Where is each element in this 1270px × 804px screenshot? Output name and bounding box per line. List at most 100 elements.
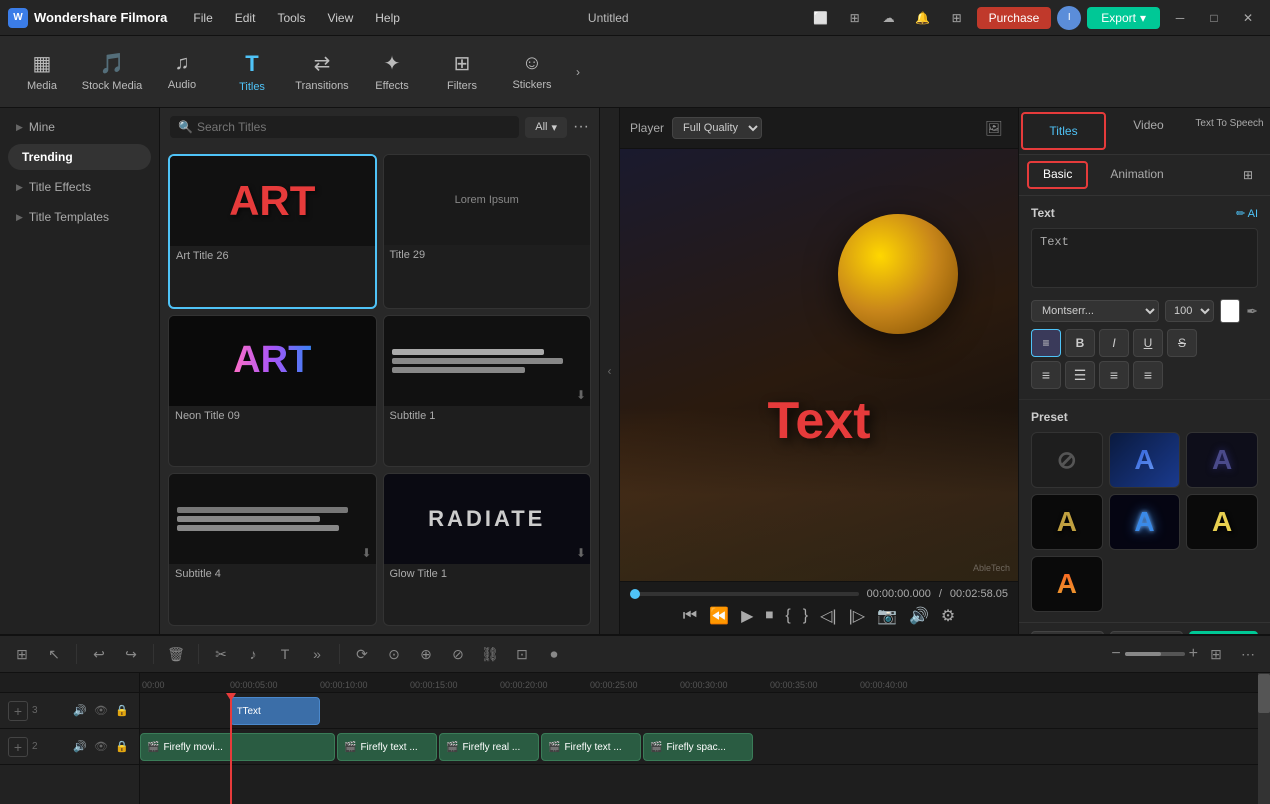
format-strikethrough-button[interactable]: S (1167, 329, 1197, 357)
sidebar-item-trending[interactable]: Trending (8, 144, 151, 170)
title-card-glowtitle1[interactable]: RADIATE ⬇ Glow Title 1 (383, 473, 592, 626)
text-clip[interactable]: T Text (230, 697, 320, 725)
color-swatch[interactable] (1220, 299, 1240, 323)
next-edit-button[interactable]: |▷ (847, 604, 867, 628)
align-right-button[interactable]: ≡ (1099, 361, 1129, 389)
media-clip-2[interactable]: 🎬 Firefly text ... (337, 733, 437, 761)
preset-glow[interactable]: A (1109, 494, 1181, 550)
format-stats-button[interactable]: ≡ (1031, 329, 1061, 357)
title-card-title29[interactable]: Lorem Ipsum Title 29 (383, 154, 592, 309)
tool-audio[interactable]: ♫ Audio (148, 40, 216, 104)
cloud-icon[interactable]: ☁ (875, 4, 903, 32)
grid-icon[interactable]: ⊞ (943, 4, 971, 32)
media-clip-3[interactable]: 🎬 Firefly real ... (439, 733, 539, 761)
menu-help[interactable]: Help (365, 7, 410, 29)
purchase-button[interactable]: Purchase (977, 7, 1052, 29)
quality-select[interactable]: Full Quality 1/2 Quality 1/4 Quality (672, 117, 762, 139)
tl-magnet-button[interactable]: ⊕ (412, 640, 440, 668)
tl-ripple-button[interactable]: ⊙ (380, 640, 408, 668)
maximize-icon[interactable]: □ (1200, 4, 1228, 32)
tool-transitions[interactable]: ⇄ Transitions (288, 40, 356, 104)
title-card-subtitle4[interactable]: ⬇ Subtitle 4 (168, 473, 377, 626)
track-2-lock-icon[interactable]: 🔒 (113, 738, 131, 756)
tl-link-button[interactable]: ⛓ (476, 640, 504, 668)
title-card-subtitle1[interactable]: ⬇ Subtitle 1 (383, 315, 592, 468)
right-panel-expand-icon[interactable]: ⊞ (1234, 161, 1262, 189)
font-select[interactable]: Montserr... Arial Times New Roman (1031, 300, 1159, 322)
export-button[interactable]: Export ▾ (1087, 7, 1160, 29)
minimize-icon[interactable]: ─ (1166, 4, 1194, 32)
search-input[interactable] (197, 120, 511, 134)
menu-file[interactable]: File (183, 7, 222, 29)
tab-video[interactable]: Video (1108, 108, 1189, 154)
avatar[interactable]: I (1057, 6, 1081, 30)
tl-more-button[interactable]: » (303, 640, 331, 668)
play-button[interactable]: ▶ (739, 604, 755, 628)
format-italic-button[interactable]: I (1099, 329, 1129, 357)
preset-yellow[interactable]: A (1186, 494, 1258, 550)
tool-effects[interactable]: ✦ Effects (358, 40, 426, 104)
search-box[interactable]: 🔍 (170, 116, 519, 138)
frame-back-button[interactable]: ⏪ (707, 604, 731, 628)
tool-titles[interactable]: T Titles (218, 40, 286, 104)
layers-icon[interactable]: ⊞ (841, 4, 869, 32)
preset-dark[interactable]: A (1186, 432, 1258, 488)
track-3-lock-icon[interactable]: 🔒 (113, 702, 131, 720)
prev-edit-button[interactable]: ◁| (818, 604, 838, 628)
tl-split-button[interactable]: ⊘ (444, 640, 472, 668)
monitor-icon[interactable]: ⬜ (807, 4, 835, 32)
sidebar-item-title-templates[interactable]: ▶ Title Templates (0, 202, 159, 232)
track-3-eye-icon[interactable]: 👁 (92, 702, 110, 720)
media-clip-4[interactable]: 🎬 Firefly text ... (541, 733, 641, 761)
align-center-button[interactable]: ☰ (1065, 361, 1095, 389)
title-card-art26[interactable]: ART Art Title 26 (168, 154, 377, 309)
tool-stickers[interactable]: ☺ Stickers (498, 40, 566, 104)
sidebar-item-mine[interactable]: ▶ Mine (0, 112, 159, 142)
more-options-button[interactable]: ··· (573, 118, 589, 136)
tl-zoom-slider[interactable] (1125, 652, 1185, 656)
tool-stock-media[interactable]: 🎵 Stock Media (78, 40, 146, 104)
mark-out-button[interactable]: } (801, 605, 810, 627)
title-card-neon09[interactable]: ART Neon Title 09 (168, 315, 377, 468)
snapshot-icon[interactable]: 🖼 (980, 114, 1008, 142)
toolbar-expand[interactable]: › (568, 40, 588, 104)
tl-playhead[interactable] (230, 693, 232, 804)
tl-zoom-in-button[interactable]: + (1189, 645, 1198, 663)
collapse-button[interactable]: ‹ (600, 108, 620, 634)
mark-in-button[interactable]: { (783, 605, 792, 627)
menu-tools[interactable]: Tools (267, 7, 315, 29)
text-input[interactable]: Text (1031, 228, 1258, 288)
align-left-button[interactable]: ≡ (1031, 361, 1061, 389)
tl-loop-button[interactable]: ⟳ (348, 640, 376, 668)
eyedropper-button[interactable]: ✒ (1246, 303, 1258, 320)
format-bold-button[interactable]: B (1065, 329, 1095, 357)
settings-button[interactable]: ⚙ (939, 604, 957, 628)
tl-record-button[interactable]: ⏺ (540, 640, 568, 668)
preset-blue[interactable]: A (1109, 432, 1181, 488)
sub-tab-basic[interactable]: Basic (1027, 161, 1088, 189)
sub-tab-animation[interactable]: Animation (1094, 161, 1179, 189)
progress-bar[interactable] (630, 592, 859, 596)
tl-delete-button[interactable]: 🗑 (162, 640, 190, 668)
tl-undo-button[interactable]: ↩ (85, 640, 113, 668)
track-3-volume-icon[interactable]: 🔊 (71, 702, 89, 720)
preset-fire[interactable]: A (1031, 556, 1103, 612)
track-2-add-button[interactable]: + (8, 737, 28, 757)
tl-cut-button[interactable]: ✂ (207, 640, 235, 668)
tl-redo-button[interactable]: ↪ (117, 640, 145, 668)
stop-button[interactable]: ⏹ (763, 605, 775, 627)
skip-back-button[interactable]: ⏮ (681, 605, 699, 627)
tl-text-button[interactable]: T (271, 640, 299, 668)
sidebar-item-title-effects[interactable]: ▶ Title Effects (0, 172, 159, 202)
track-3-add-button[interactable]: + (8, 701, 28, 721)
filter-button[interactable]: All ▾ (525, 117, 567, 138)
tool-filters[interactable]: ⊞ Filters (428, 40, 496, 104)
tl-add-track-button[interactable]: ⊞ (8, 640, 36, 668)
bell-icon[interactable]: 🔔 (909, 4, 937, 32)
close-icon[interactable]: ✕ (1234, 4, 1262, 32)
ai-edit-icon[interactable]: ✏ AI (1236, 207, 1258, 220)
format-underline-button[interactable]: U (1133, 329, 1163, 357)
tl-layout-button[interactable]: ⊞ (1202, 640, 1230, 668)
tab-text-to-speech[interactable]: Text To Speech (1189, 108, 1270, 154)
align-justify-button[interactable]: ≡ (1133, 361, 1163, 389)
